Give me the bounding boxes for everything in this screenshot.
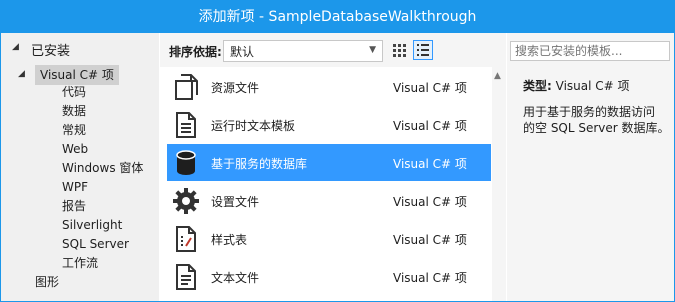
resource-file-icon [175, 74, 198, 100]
item-type: Visual C# 项 [393, 271, 467, 285]
item-name: 设置文件 [211, 195, 260, 209]
list-item[interactable]: 设置文件 Visual C# 项 [167, 182, 491, 219]
template-pane: 排序依据: 默认 ▼ 资源文件 Visual C# 项 运行时文本模板 Visu… [160, 33, 506, 301]
tree-subitem[interactable]: 数据 [62, 102, 86, 121]
item-name: 文本文件 [211, 271, 260, 285]
template-list: 资源文件 Visual C# 项 运行时文本模板 Visual C# 项 基于服… [160, 67, 492, 301]
tree-subitem[interactable]: 工作流 [62, 254, 98, 273]
chevron-down-icon: ▼ [369, 45, 376, 55]
text-template-icon [176, 112, 196, 138]
search-input[interactable] [510, 41, 670, 61]
tree-subitem[interactable]: WPF [62, 178, 88, 197]
installed-node[interactable]: ◢ 已安装 [1, 37, 159, 59]
list-scrollbar[interactable]: ▲ [492, 67, 506, 301]
tree-subitem[interactable]: Web [62, 140, 88, 159]
item-name: 资源文件 [211, 81, 260, 95]
list-item[interactable]: 样式表 Visual C# 项 [167, 220, 491, 257]
item-type: Visual C# 项 [393, 81, 467, 95]
dialog-title: 添加新项 - SampleDatabaseWalkthrough [1, 1, 674, 33]
sort-label: 排序依据: [169, 45, 222, 59]
item-type: Visual C# 项 [393, 233, 467, 247]
item-name: 基于服务的数据库 [211, 157, 308, 171]
type-value: Visual C# 项 [555, 79, 630, 93]
item-type: Visual C# 项 [393, 157, 467, 171]
item-type: Visual C# 项 [393, 195, 467, 209]
tree-subitem[interactable]: Silverlight [62, 216, 122, 235]
list-item[interactable]: 资源文件 Visual C# 项 [167, 68, 491, 105]
item-name: 样式表 [211, 233, 248, 247]
description-line-1: 用于基于服务的数据访问 [523, 105, 656, 119]
list-item[interactable]: 文本文件 Visual C# 项 [167, 258, 491, 295]
sort-toolbar: 排序依据: 默认 ▼ [160, 33, 506, 67]
tree-item-visual-csharp[interactable]: ◢ Visual C# 项 [15, 65, 145, 85]
settings-gear-icon [173, 188, 199, 214]
category-pane: ◢ 已安装 ◢ Visual C# 项 代码 数据 常规 Web Windows… [1, 33, 159, 301]
description-line-2: 的空 SQL Server 数据库。 [523, 121, 670, 135]
add-new-item-dialog: 添加新项 - SampleDatabaseWalkthrough ◢ 已安装 ◢… [0, 0, 675, 302]
tree-subitem[interactable]: 常规 [62, 121, 86, 140]
list-view-icon [417, 44, 429, 56]
expand-triangle-icon[interactable]: ◢ [12, 42, 19, 52]
grid-view-icon [393, 44, 406, 57]
installed-label: 已安装 [31, 44, 71, 59]
item-type: Visual C# 项 [393, 119, 467, 133]
database-icon [176, 150, 196, 175]
sort-value: 默认 [230, 45, 255, 59]
tree-subitem[interactable]: 代码 [62, 83, 86, 102]
scroll-up-arrow-icon[interactable]: ▲ [494, 71, 501, 81]
info-pane: 类型: Visual C# 项 用于基于服务的数据访问 的空 SQL Serve… [507, 33, 674, 301]
list-item[interactable]: 运行时文本模板 Visual C# 项 [167, 106, 491, 143]
small-icons-view-button[interactable] [389, 40, 409, 60]
tree-item-graphics[interactable]: 图形 [35, 273, 59, 292]
tree-subitem[interactable]: 报告 [62, 197, 86, 216]
tree-subitem[interactable]: Windows 窗体 [62, 159, 143, 178]
list-item-selected[interactable]: 基于服务的数据库 Visual C# 项 [167, 144, 491, 181]
type-label: 类型: [523, 79, 552, 93]
text-file-icon [176, 264, 196, 290]
tree-subitem[interactable]: SQL Server [62, 235, 129, 254]
type-line: 类型: Visual C# 项 [523, 77, 630, 94]
tree-item-label: Visual C# 项 [35, 65, 119, 85]
list-view-button[interactable] [413, 40, 433, 60]
stylesheet-icon [176, 226, 196, 252]
expand-triangle-icon[interactable]: ◢ [18, 69, 25, 79]
sort-dropdown[interactable]: 默认 ▼ [223, 40, 383, 62]
item-name: 运行时文本模板 [211, 119, 296, 133]
